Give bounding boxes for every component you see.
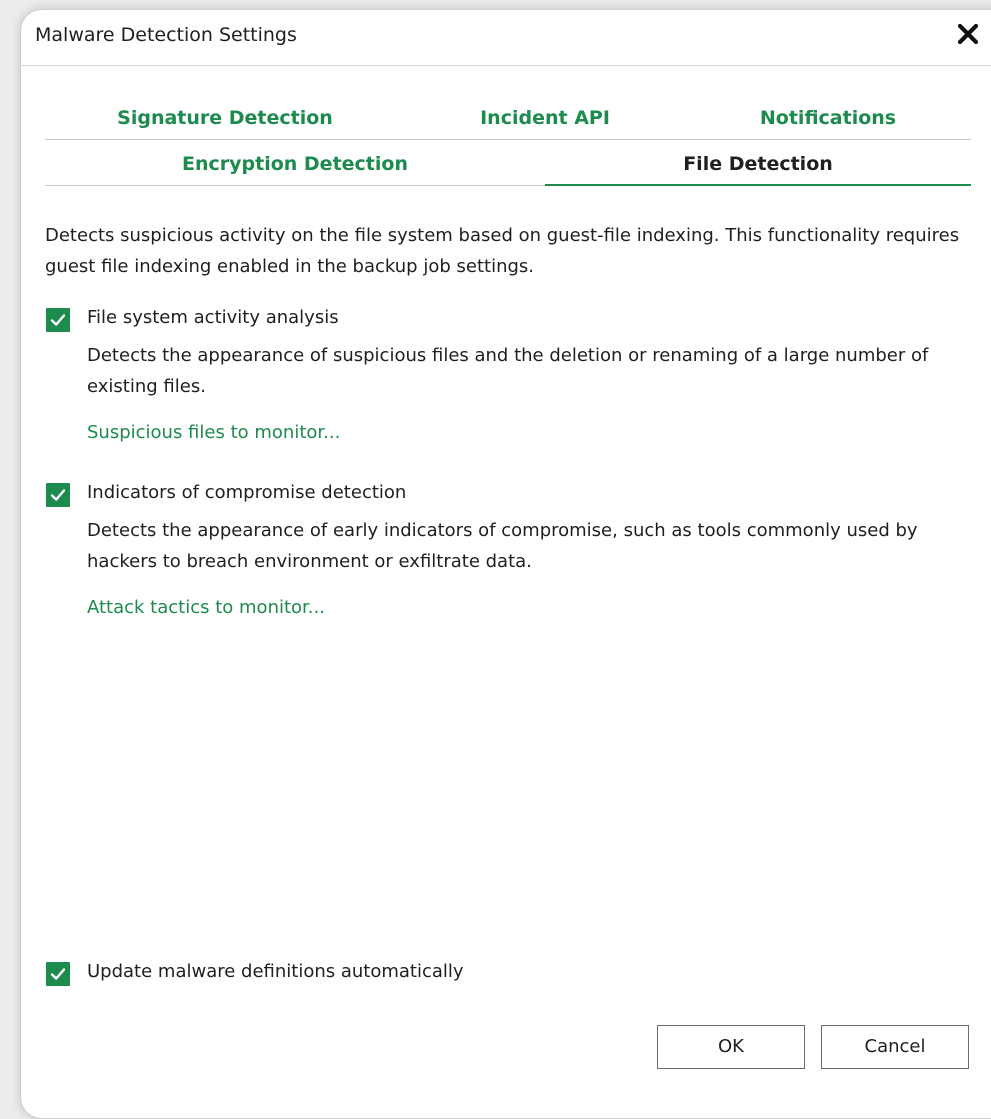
indicators-of-compromise-checkbox[interactable]	[46, 483, 70, 507]
indicators-of-compromise-description: Detects the appearance of early indicato…	[87, 520, 918, 572]
update-definitions-label[interactable]: Update malware definitions automatically	[87, 961, 464, 982]
panel-description: Detects suspicious activity on the file …	[45, 225, 960, 277]
attack-tactics-link[interactable]: Attack tactics to monitor...	[87, 597, 325, 618]
malware-detection-settings-dialog: Malware Detection Settings Signature Det…	[20, 9, 991, 1119]
tab-encryption-detection[interactable]: Encryption Detection	[45, 142, 545, 186]
checkmark-icon	[50, 314, 66, 326]
checkmark-icon	[50, 968, 66, 980]
tab-bar: Signature Detection Incident API Notific…	[45, 96, 971, 190]
update-definitions-checkbox[interactable]	[46, 962, 70, 986]
file-detection-panel: Detects suspicious activity on the file …	[45, 220, 975, 986]
suspicious-files-link[interactable]: Suspicious files to monitor...	[87, 422, 340, 443]
file-system-activity-checkbox[interactable]	[46, 308, 70, 332]
tab-file-detection[interactable]: File Detection	[545, 142, 971, 186]
cancel-button[interactable]: Cancel	[821, 1025, 969, 1069]
tab-notifications[interactable]: Notifications	[685, 96, 971, 140]
close-icon[interactable]	[954, 20, 982, 48]
checkmark-icon	[50, 489, 66, 501]
file-system-activity-description: Detects the appearance of suspicious fil…	[87, 345, 929, 397]
tab-signature-detection[interactable]: Signature Detection	[45, 96, 405, 140]
indicators-of-compromise-label[interactable]: Indicators of compromise detection	[87, 482, 406, 503]
ok-button[interactable]: OK	[657, 1025, 805, 1069]
file-system-activity-label[interactable]: File system activity analysis	[87, 307, 339, 328]
dialog-title: Malware Detection Settings	[35, 24, 297, 46]
title-bar: Malware Detection Settings	[21, 10, 991, 66]
tab-incident-api[interactable]: Incident API	[405, 96, 685, 140]
